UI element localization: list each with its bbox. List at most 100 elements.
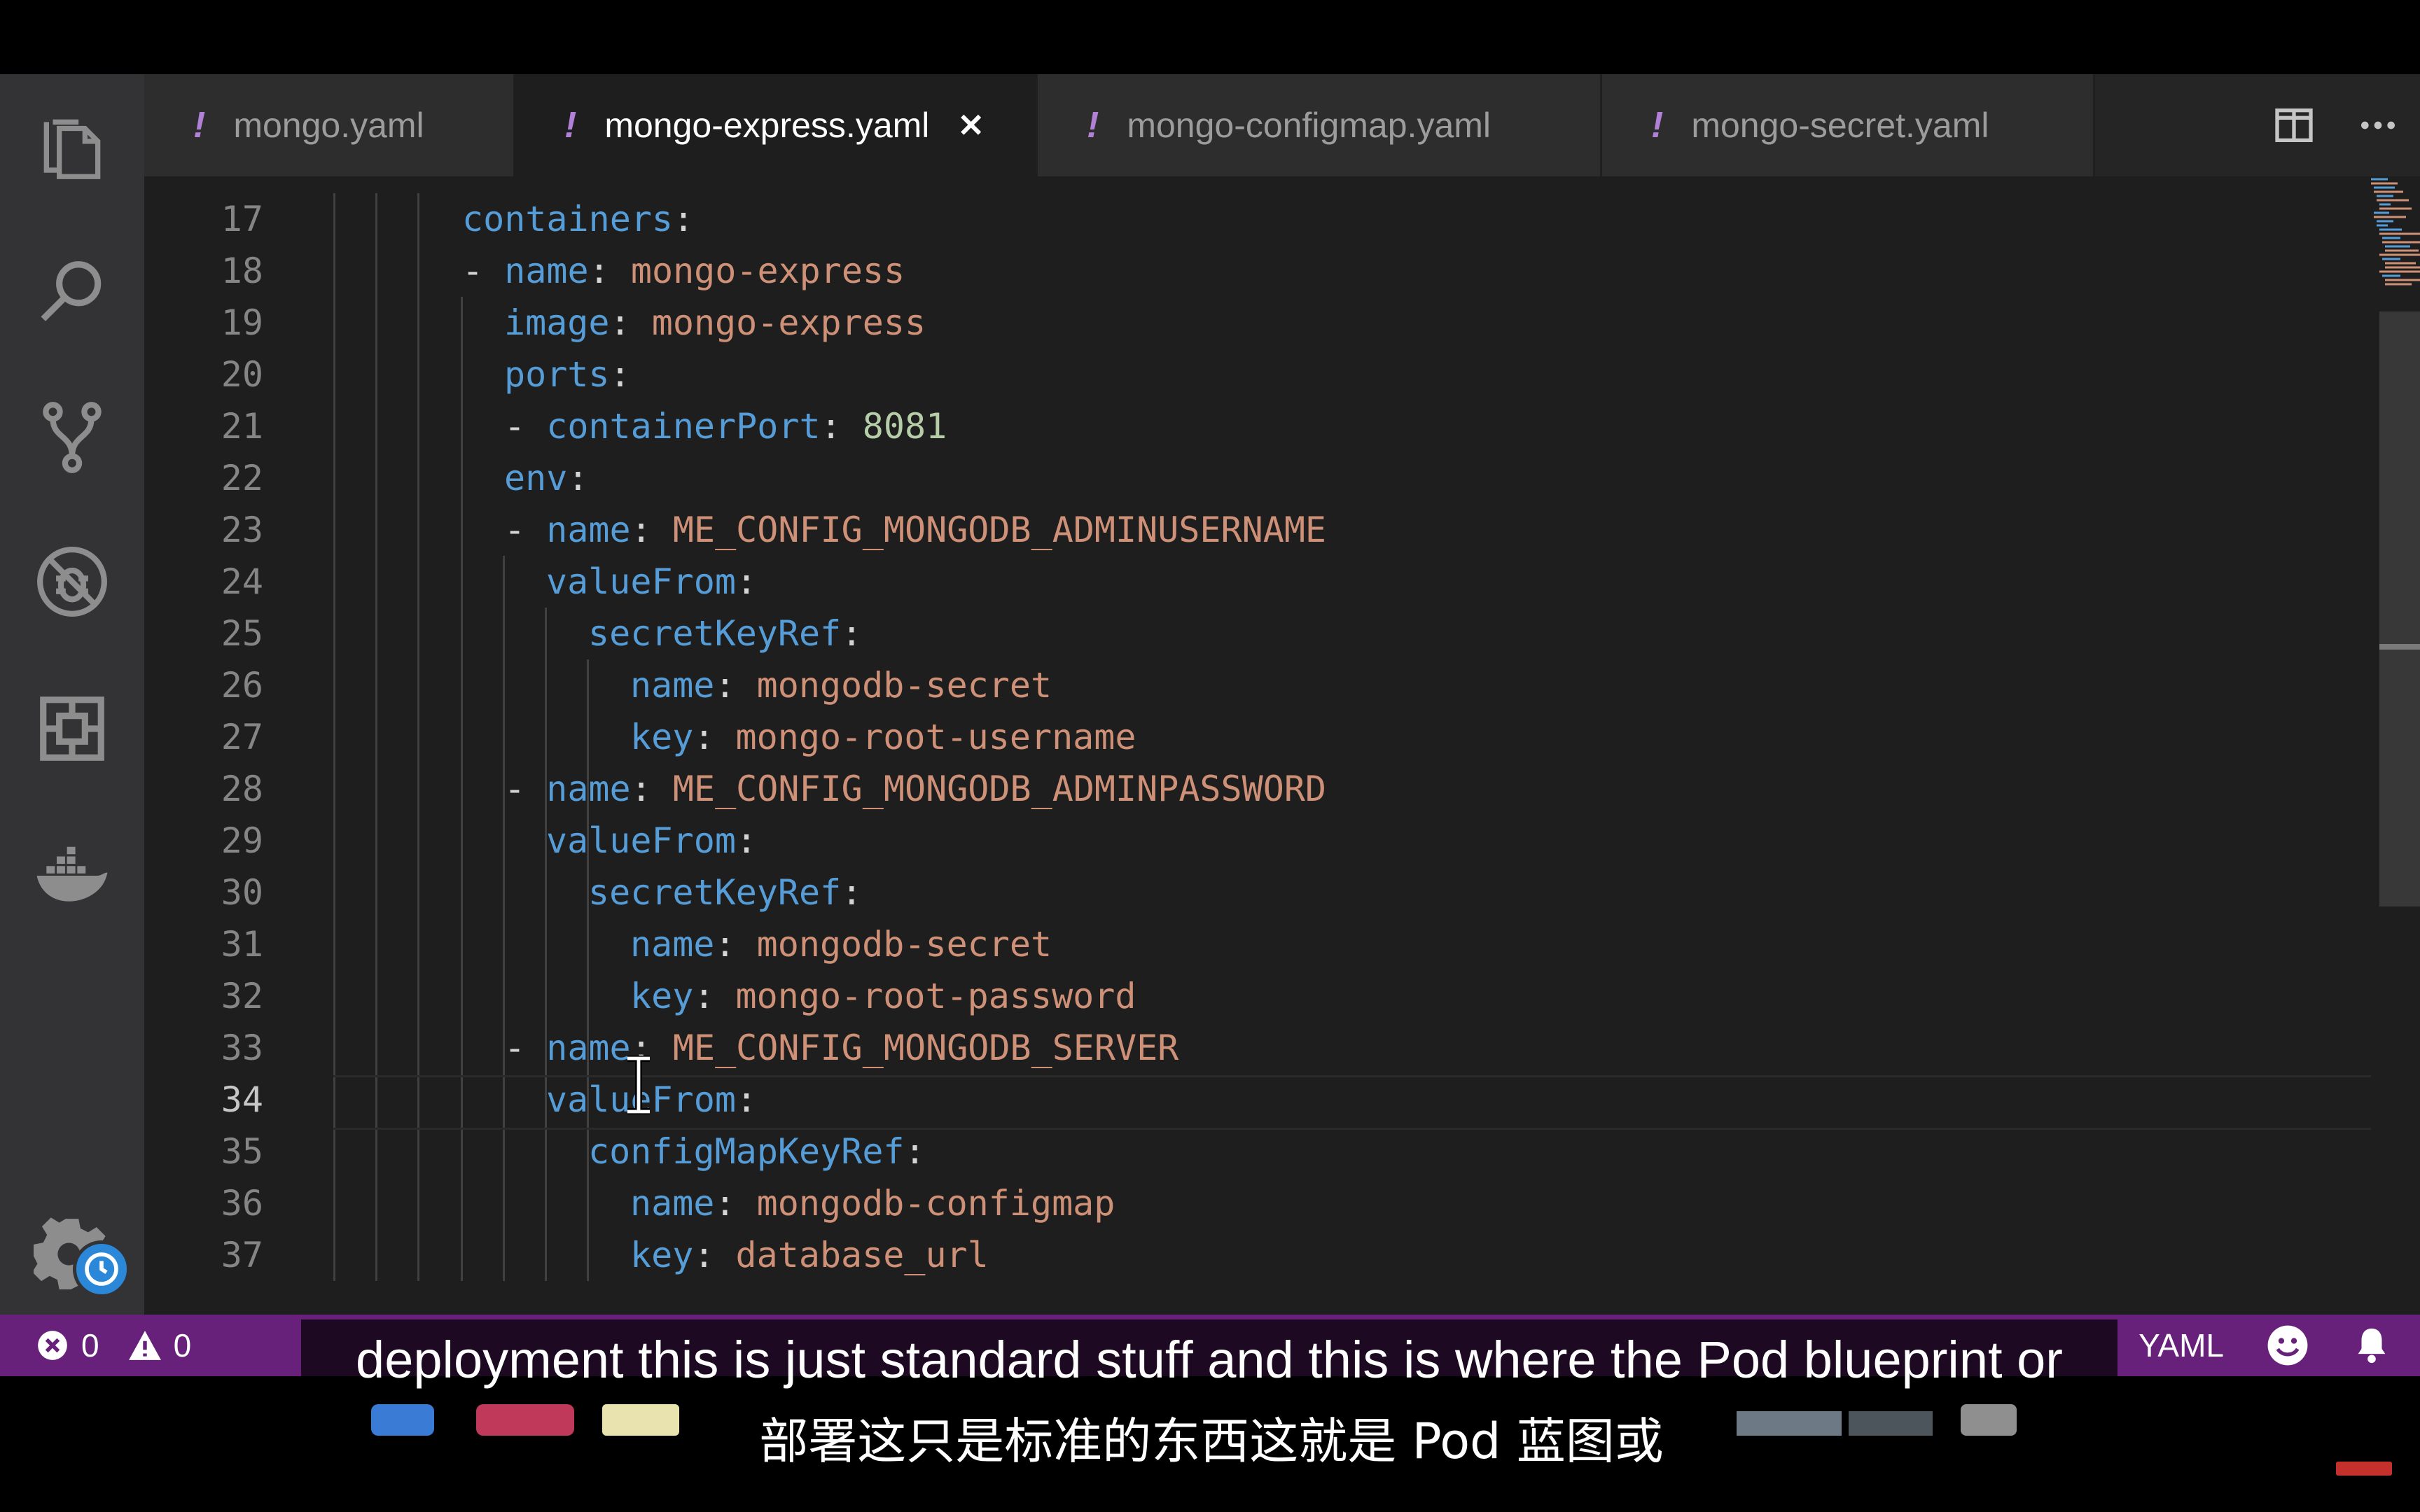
code-line[interactable]: - name: ME_CONFIG_MONGODB_ADMINUSERNAME [504, 504, 1326, 556]
yaml-key: valueFrom [546, 561, 736, 602]
error-count: 0 [81, 1327, 99, 1364]
line-number: 34 [221, 1079, 263, 1120]
split-editor-icon[interactable] [2252, 74, 2336, 176]
code-line[interactable]: containers: [462, 193, 694, 245]
close-icon[interactable]: ✕ [957, 106, 985, 144]
code-line[interactable]: secretKeyRef: [588, 608, 862, 659]
problems-indicator[interactable]: 0 0 [35, 1315, 191, 1376]
tab-label: mongo.yaml [233, 106, 424, 145]
line-number: 19 [221, 302, 263, 343]
yaml-punctuation: - [504, 510, 547, 550]
subtitle-english: deployment this is just standard stuff a… [301, 1320, 2118, 1401]
extensions-icon[interactable] [27, 683, 118, 774]
feedback-smiley-icon[interactable] [2266, 1324, 2309, 1367]
line-number: 24 [221, 561, 263, 602]
yaml-string: ME_CONFIG_MONGODB_SERVER [672, 1028, 1179, 1068]
yaml-key: secretKeyRef [588, 613, 842, 654]
code-line[interactable]: secretKeyRef: [588, 867, 862, 918]
code-line[interactable]: valueFrom: [546, 815, 757, 867]
code-line[interactable]: - name: ME_CONFIG_MONGODB_ADMINPASSWORD [504, 763, 1326, 815]
source-control-icon[interactable] [27, 392, 118, 483]
yaml-punctuation: : [820, 406, 863, 447]
code-line[interactable]: name: mongodb-secret [630, 659, 1052, 711]
indent-guide [503, 556, 505, 1281]
yaml-punctuation: : [904, 1131, 926, 1172]
yaml-punctuation: : [714, 924, 757, 965]
error-icon [38, 1331, 67, 1360]
yaml-string: mongodb-secret [756, 924, 1052, 965]
yaml-number: 8081 [862, 406, 947, 447]
line-number: 31 [221, 924, 263, 965]
vertical-scrollbar[interactable] [2379, 312, 2420, 906]
subtitle-chinese: 部署这只是标准的东西这就是 Pod 蓝图或 [700, 1401, 1723, 1482]
code-editor[interactable]: 17 18 19 20 21 22 23 24 25 26 27 28 29 30 31 32 33 34 35 36… [144, 176, 2420, 1315]
yaml-key: image [504, 302, 610, 343]
yaml-key: containers [462, 199, 674, 239]
tab-mongo-yaml[interactable]: ! mongo.yaml [144, 74, 515, 176]
bell-icon[interactable] [2351, 1325, 2392, 1366]
yaml-punctuation: : [693, 1235, 736, 1275]
line-number-gutter: 17 18 19 20 21 22 23 24 25 26 27 28 29 30 31 32 33 34 35 36… [144, 176, 263, 1315]
line-number: 27 [221, 717, 263, 757]
tab-label: mongo-configmap.yaml [1127, 106, 1491, 145]
line-number: 29 [221, 820, 263, 861]
yaml-key: ports [504, 354, 610, 395]
yaml-punctuation: : [630, 510, 673, 550]
tab-mongo-express-yaml[interactable]: ! mongo-express.yaml ✕ [515, 74, 1038, 176]
code-line[interactable]: key: database_url [630, 1229, 989, 1281]
yaml-key: name [630, 665, 715, 706]
yaml-punctuation: - [504, 1028, 547, 1068]
debug-icon[interactable] [27, 536, 118, 627]
yaml-punctuation: - [462, 251, 505, 291]
code-line[interactable]: valueFrom: [546, 556, 757, 608]
yaml-string: ME_CONFIG_MONGODB_ADMINUSERNAME [672, 510, 1327, 550]
code-line[interactable]: name: mongodb-secret [630, 918, 1052, 970]
tab-mongo-secret-yaml[interactable]: ! mongo-secret.yaml [1602, 74, 2095, 176]
line-number: 25 [221, 613, 263, 654]
activity-bar [0, 74, 144, 1315]
yaml-key: name [630, 1183, 715, 1224]
yaml-punctuation: : [841, 872, 863, 913]
docker-icon[interactable] [27, 830, 118, 921]
files-icon[interactable] [27, 102, 118, 193]
code-line[interactable]: - name: ME_CONFIG_MONGODB_SERVER [504, 1022, 1178, 1074]
indent-guide [545, 608, 547, 1281]
scrollbar-cursor-marker [2379, 644, 2420, 650]
tab-label: mongo-express.yaml [604, 106, 930, 145]
search-icon[interactable] [27, 248, 118, 339]
tab-mongo-configmap-yaml[interactable]: ! mongo-configmap.yaml [1038, 74, 1602, 176]
warning-icon [128, 1331, 161, 1360]
yaml-key: secretKeyRef [588, 872, 842, 913]
yaml-key: configMapKeyRef [588, 1131, 905, 1172]
yaml-punctuation: : [567, 458, 589, 498]
code-line[interactable]: name: mongodb-configmap [630, 1177, 1115, 1229]
code-line[interactable]: env: [504, 452, 588, 504]
yaml-string: ME_CONFIG_MONGODB_ADMINPASSWORD [672, 769, 1327, 809]
language-mode[interactable]: YAML [2139, 1326, 2224, 1364]
minimap[interactable] [2370, 176, 2420, 302]
code-line[interactable]: key: mongo-root-username [630, 711, 1136, 763]
yaml-string: mongodb-configmap [756, 1183, 1115, 1224]
yaml-key: env [504, 458, 568, 498]
editor-actions [2252, 74, 2420, 176]
code-line[interactable]: configMapKeyRef: [588, 1126, 926, 1177]
code-line[interactable]: key: mongo-root-password [630, 970, 1136, 1022]
more-actions-icon[interactable] [2336, 74, 2420, 176]
code-line[interactable]: image: mongo-express [504, 297, 926, 349]
yaml-key: key [630, 1235, 694, 1275]
yaml-key: containerPort [546, 406, 821, 447]
yaml-punctuation: : [693, 976, 736, 1016]
yaml-punctuation: : [673, 199, 695, 239]
yaml-punctuation: - [504, 406, 547, 447]
yaml-key: name [630, 924, 715, 965]
yaml-key: valueFrom [546, 820, 736, 861]
yaml-string: database_url [735, 1235, 989, 1275]
line-number: 18 [221, 251, 263, 291]
code-line[interactable]: - name: mongo-express [462, 245, 905, 297]
yaml-punctuation: : [714, 665, 757, 706]
code-line[interactable]: ports: [504, 349, 631, 400]
line-number: 20 [221, 354, 263, 395]
tab-label: mongo-secret.yaml [1691, 106, 1989, 145]
code-line[interactable]: - containerPort: 8081 [504, 400, 947, 452]
line-number: 36 [221, 1183, 263, 1224]
